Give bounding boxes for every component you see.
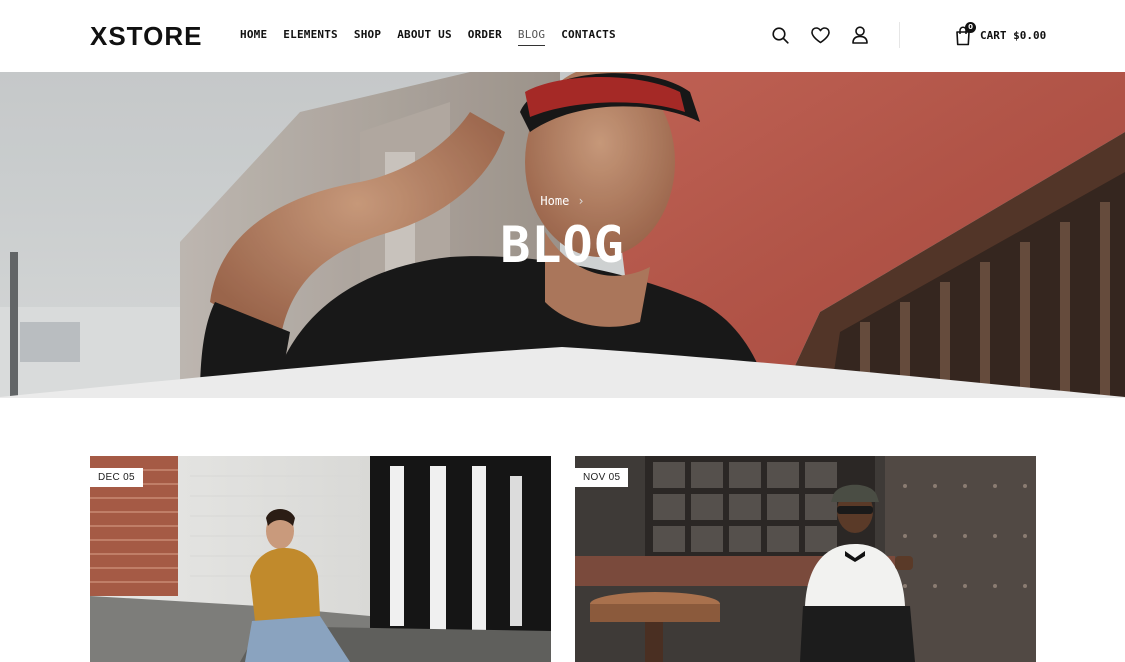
nav-item-elements[interactable]: ELEMENTS [283, 28, 338, 46]
cart-label: CART $0.00 [980, 28, 1047, 42]
cart-icon: 0 [955, 22, 976, 46]
nav-item-contacts[interactable]: CONTACTS [561, 28, 616, 46]
nav-item-about-us[interactable]: ABOUT US [397, 28, 452, 46]
user-icon[interactable] [850, 24, 870, 46]
breadcrumb: Home › [0, 192, 1125, 210]
post-image [575, 456, 1036, 662]
hero-banner: Home › BLOG [0, 72, 1125, 398]
nav-item-shop[interactable]: SHOP [354, 28, 381, 46]
heart-icon[interactable] [810, 24, 830, 46]
post-date-badge: NOV 05 [575, 468, 629, 487]
page-title: BLOG [500, 216, 625, 274]
main-nav: HOME ELEMENTS SHOP ABOUT US ORDER BLOG C… [240, 28, 616, 46]
logo-text: XSTORE [90, 20, 203, 51]
blog-post-card[interactable]: DEC 05 [90, 456, 551, 662]
brand-logo[interactable]: XSTORE [90, 20, 203, 51]
nav-item-home[interactable]: HOME [240, 28, 267, 46]
breadcrumb-home-link[interactable]: Home › [540, 194, 584, 208]
nav-item-order[interactable]: ORDER [468, 28, 502, 46]
breadcrumb-home: Home [540, 194, 570, 208]
chevron-right-icon: › [577, 194, 585, 208]
cart-button[interactable]: 0 CART $0.00 [955, 22, 1047, 46]
blog-post-card[interactable]: NOV 05 [575, 456, 1036, 662]
cart-count-badge: 0 [965, 22, 976, 33]
site-header: XSTORE HOME ELEMENTS SHOP ABOUT US ORDER… [0, 0, 1125, 72]
header-divider [899, 22, 900, 48]
post-date-badge: DEC 05 [90, 468, 143, 487]
header-icons [770, 24, 870, 46]
search-icon[interactable] [770, 24, 790, 46]
nav-item-blog[interactable]: BLOG [517, 28, 546, 46]
post-image [90, 456, 551, 662]
